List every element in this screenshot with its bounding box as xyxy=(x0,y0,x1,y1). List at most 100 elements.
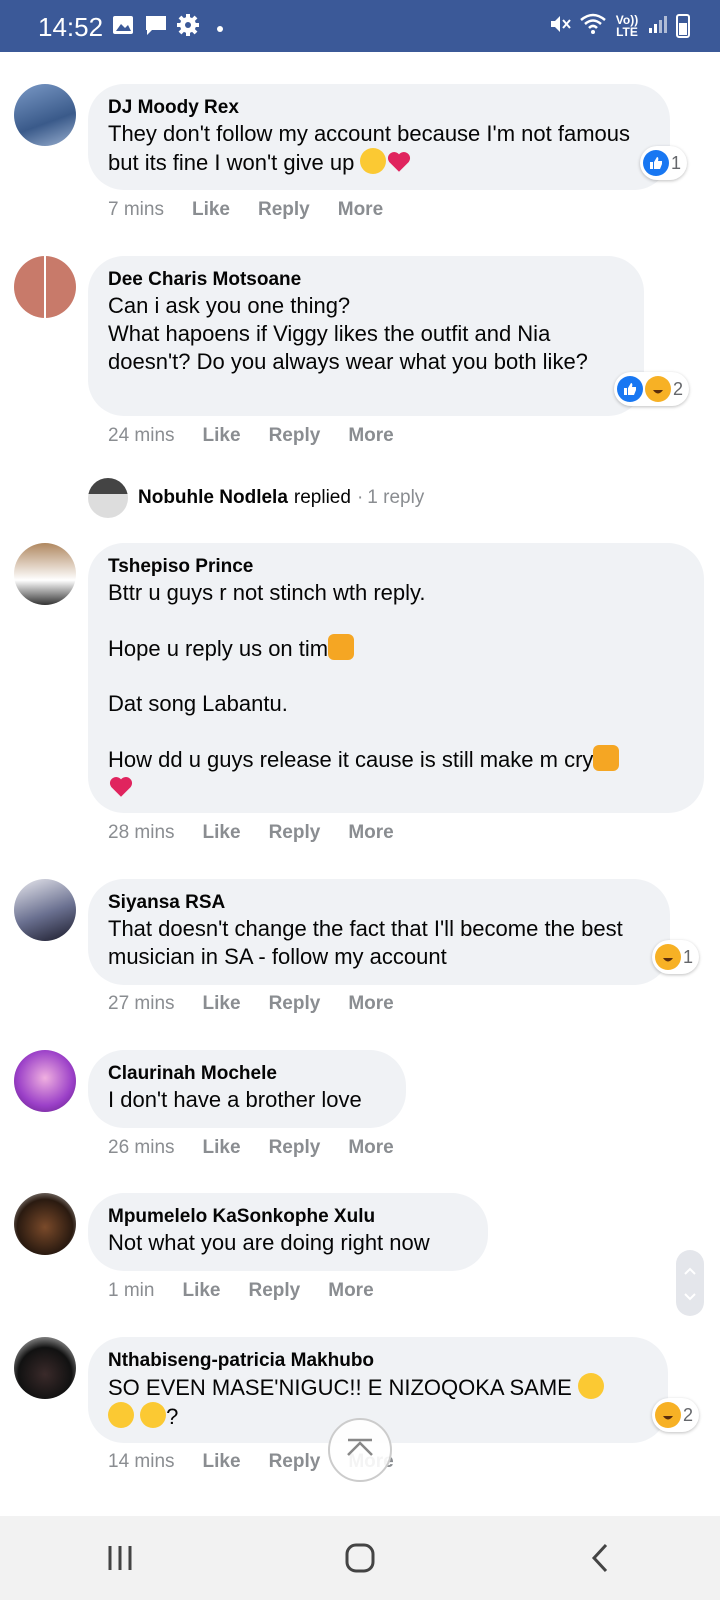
more-button[interactable]: More xyxy=(328,1280,373,1302)
reply-button[interactable]: Reply xyxy=(269,425,321,447)
eye-roll-icon xyxy=(577,1373,604,1399)
gallery-icon xyxy=(112,14,134,41)
comment-bubble[interactable]: Mpumelelo KaSonkophe Xulu Not what you a… xyxy=(88,1193,488,1271)
reaction-summary[interactable]: 2 xyxy=(652,1398,700,1432)
like-button[interactable]: Like xyxy=(203,425,241,447)
reaction-count: 1 xyxy=(683,946,694,967)
reply-count: 1 reply xyxy=(367,487,425,508)
comment-text-1: SO EVEN MASE'NIGUC!! E NIZOQOKA SAME xyxy=(108,1375,572,1400)
like-button[interactable]: Like xyxy=(182,1280,220,1302)
reaction-summary[interactable]: 2 xyxy=(614,372,690,406)
comment-bubble[interactable]: Tshepiso Prince Bttr u guys r not stinch… xyxy=(88,543,704,813)
avatar[interactable] xyxy=(14,256,76,318)
comment-author[interactable]: Siyansa RSA xyxy=(108,891,650,915)
comment-text-4: How dd u guys release it cause is still … xyxy=(108,747,594,772)
comment-bubble[interactable]: DJ Moody Rex They don't follow my accoun… xyxy=(88,84,670,190)
reply-button[interactable]: Reply xyxy=(269,1137,321,1159)
message-icon xyxy=(144,14,168,41)
dot-icon xyxy=(216,20,224,38)
comment-bubble[interactable]: Siyansa RSA That doesn't change the fact… xyxy=(88,879,670,985)
settings-icon xyxy=(177,14,199,41)
status-bar: 14:52 Vo)) LTE xyxy=(0,0,720,52)
avatar[interactable] xyxy=(14,543,76,605)
more-button[interactable]: More xyxy=(348,822,393,844)
comment-author[interactable]: Claurinah Mochele xyxy=(108,1062,386,1086)
back-button[interactable] xyxy=(570,1538,630,1578)
reply-button[interactable]: Reply xyxy=(269,993,321,1015)
comment-author[interactable]: Dee Charis Motsoane xyxy=(108,268,624,292)
comment-text: That doesn't change the fact that I'll b… xyxy=(108,916,623,969)
more-button[interactable]: More xyxy=(348,425,393,447)
chevron-up-icon xyxy=(345,1437,375,1464)
scroll-to-top-button[interactable] xyxy=(328,1418,392,1482)
comment-time: 24 mins xyxy=(108,425,175,446)
comment-author[interactable]: Tshepiso Prince xyxy=(108,555,684,579)
more-button[interactable]: More xyxy=(338,199,383,221)
comment-text-1: Bttr u guys r not stinch wth reply. xyxy=(108,580,426,605)
system-nav-bar xyxy=(0,1516,720,1600)
status-right: Vo)) LTE xyxy=(548,12,690,39)
reply-button[interactable]: Reply xyxy=(258,199,310,221)
reply-avatar xyxy=(88,478,128,518)
status-time: 14:52 xyxy=(38,12,104,42)
avatar[interactable] xyxy=(14,879,76,941)
reply-summary[interactable]: Nobuhle Nodlela replied · 1 reply xyxy=(88,478,424,518)
chevron-down-icon xyxy=(684,1288,696,1304)
haha-reaction-icon xyxy=(655,944,681,970)
raised-fist-icon xyxy=(593,745,620,771)
comment-time: 7 mins xyxy=(108,199,164,220)
heart-icon xyxy=(109,777,133,797)
reply-separator: · xyxy=(356,487,364,508)
like-reaction-icon xyxy=(617,376,643,402)
relieved-face-icon xyxy=(360,148,387,174)
more-button[interactable]: More xyxy=(348,1137,393,1159)
comment-bubble[interactable]: Claurinah Mochele I don't have a brother… xyxy=(88,1050,406,1128)
comment-author[interactable]: Mpumelelo KaSonkophe Xulu xyxy=(108,1205,468,1229)
battery-icon xyxy=(676,13,690,38)
reply-button[interactable]: Reply xyxy=(249,1280,301,1302)
chevron-up-icon xyxy=(684,1262,696,1278)
reaction-count: 1 xyxy=(671,152,682,173)
like-button[interactable]: Like xyxy=(203,993,241,1015)
comment-author[interactable]: DJ Moody Rex xyxy=(108,96,650,120)
like-button[interactable]: Like xyxy=(203,822,241,844)
more-button[interactable]: More xyxy=(348,993,393,1015)
comment-time: 14 mins xyxy=(108,1451,175,1472)
reaction-summary[interactable]: 1 xyxy=(652,940,700,974)
haha-reaction-icon xyxy=(655,1402,681,1428)
comment-text-2: Hope u reply us on tim xyxy=(108,636,329,661)
comment-time: 26 mins xyxy=(108,1137,175,1158)
home-button[interactable] xyxy=(330,1538,390,1578)
reaction-count: 2 xyxy=(683,1404,694,1425)
reply-verb: replied xyxy=(293,487,351,508)
avatar[interactable] xyxy=(14,84,76,146)
reply-button[interactable]: Reply xyxy=(269,822,321,844)
network-label: Vo)) LTE xyxy=(615,12,639,39)
eye-roll-icon xyxy=(108,1402,134,1428)
wifi-icon xyxy=(580,13,606,38)
comment-time: 28 mins xyxy=(108,822,175,843)
comment-text-3: Dat song Labantu. xyxy=(108,691,288,716)
comment-text-2: ? xyxy=(166,1404,179,1429)
reaction-summary[interactable]: 1 xyxy=(640,146,688,180)
scroll-handle[interactable] xyxy=(676,1250,704,1316)
haha-reaction-icon xyxy=(645,376,671,402)
avatar[interactable] xyxy=(14,1337,76,1399)
reply-button[interactable]: Reply xyxy=(269,1451,321,1473)
reaction-count: 2 xyxy=(673,378,684,399)
comment-text: I don't have a brother love xyxy=(108,1087,362,1112)
comment-bubble[interactable]: Dee Charis Motsoane Can i ask you one th… xyxy=(88,256,644,416)
comment-time: 27 mins xyxy=(108,993,175,1014)
comment-author[interactable]: Nthabiseng-patricia Makhubo xyxy=(108,1349,648,1373)
comment-text: Can i ask you one thing? What hapoens if… xyxy=(108,293,588,374)
like-button[interactable]: Like xyxy=(203,1137,241,1159)
avatar[interactable] xyxy=(14,1193,76,1255)
reply-author: Nobuhle Nodlela xyxy=(138,487,288,508)
mute-icon xyxy=(548,12,572,39)
like-button[interactable]: Like xyxy=(192,199,230,221)
comment-time: 1 min xyxy=(108,1280,155,1301)
recent-apps-button[interactable] xyxy=(90,1538,150,1578)
avatar[interactable] xyxy=(14,1050,76,1112)
like-reaction-icon xyxy=(643,150,669,176)
like-button[interactable]: Like xyxy=(203,1451,241,1473)
